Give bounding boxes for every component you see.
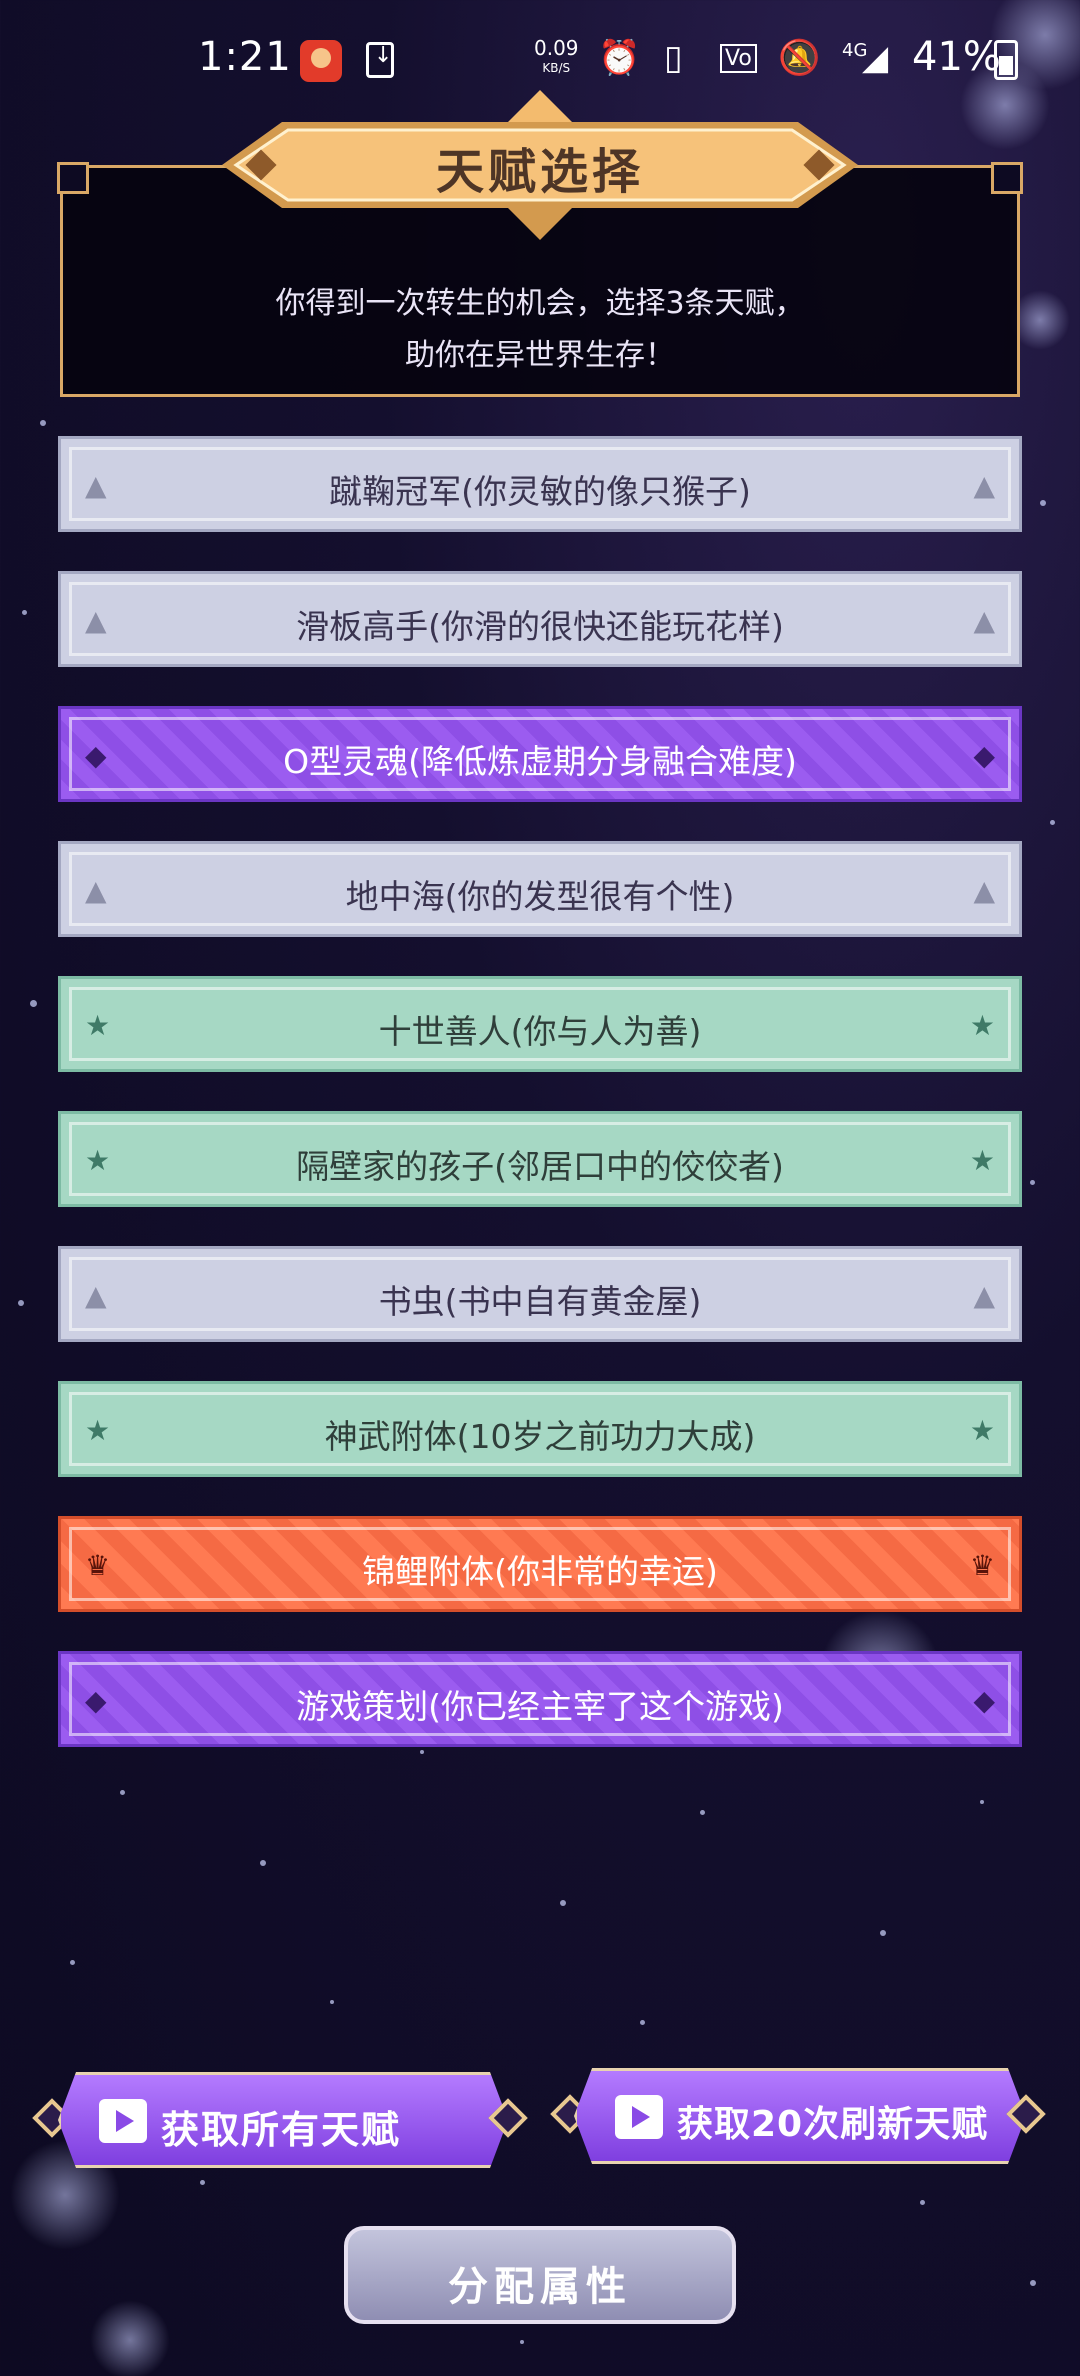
status-time: 1:21 (198, 34, 292, 80)
title-plaque: 天赋选择 (222, 90, 858, 240)
talent-label: 书虫(书中自有黄金屋) (378, 1282, 702, 1321)
battery-percent: 41% (912, 34, 1001, 80)
talent-label: 十世善人(你与人为善) (378, 1012, 702, 1051)
get-all-talents-button[interactable]: 获取所有天赋 (58, 2072, 508, 2168)
talent-option[interactable]: ▲ ▲ 书虫(书中自有黄金屋) (58, 1246, 1022, 1342)
talent-option[interactable]: ★ ★ 十世善人(你与人为善) (58, 976, 1022, 1072)
talent-label: 蹴鞠冠军(你灵敏的像只猴子) (329, 472, 751, 511)
battery-icon (994, 40, 1018, 80)
talent-option[interactable]: ▲ ▲ 滑板高手(你滑的很快还能玩花样) (58, 571, 1022, 667)
talent-label: 隔壁家的孩子(邻居口中的佼佼者) (296, 1147, 784, 1186)
talent-option[interactable]: ▲ ▲ 蹴鞠冠军(你灵敏的像只猴子) (58, 436, 1022, 532)
app-notification-icon (300, 40, 342, 82)
phone-icon: ▯ (664, 38, 683, 78)
video-play-icon (615, 2095, 663, 2139)
talent-option[interactable]: ★ ★ 神武附体(10岁之前功力大成) (58, 1381, 1022, 1477)
talent-option[interactable]: ▲ ▲ 地中海(你的发型很有个性) (58, 841, 1022, 937)
network-speed-unit: KB/S (542, 61, 571, 75)
assign-attributes-label: 分配属性 (448, 2264, 632, 2310)
network-speed-value: 0.09 (534, 36, 579, 60)
mute-icon: 🔕 (778, 38, 821, 78)
volte-icon: Vo (720, 44, 757, 73)
refresh-talents-label: 获取20次刷新天赋 (677, 2104, 989, 2145)
talent-option[interactable]: ♛ ♛ 锦鲤附体(你非常的幸运) (58, 1516, 1022, 1612)
page-title: 天赋选择 (435, 144, 644, 200)
subtitle-line1: 你得到一次转生的机会，选择3条天赋， (275, 286, 805, 321)
talent-label: O型灵魂(降低炼虚期分身融合难度) (283, 742, 797, 781)
network-speed: 0.09 KB/S (534, 38, 579, 78)
refresh-talents-button[interactable]: 获取20次刷新天赋 (574, 2068, 1026, 2164)
talent-label: 锦鲤附体(你非常的幸运) (362, 1552, 718, 1591)
talent-option[interactable]: ◆ ◆ O型灵魂(降低炼虚期分身融合难度) (58, 706, 1022, 802)
talent-option[interactable]: ★ ★ 隔壁家的孩子(邻居口中的佼佼者) (58, 1111, 1022, 1207)
talent-label: 神武附体(10岁之前功力大成) (324, 1417, 756, 1456)
talent-label: 滑板高手(你滑的很快还能玩花样) (296, 607, 784, 646)
assign-attributes-button[interactable]: 分配属性 (344, 2226, 736, 2324)
get-all-talents-label: 获取所有天赋 (161, 2108, 402, 2152)
download-icon (366, 42, 394, 78)
alarm-icon: ⏰ (598, 38, 641, 78)
signal-icon: ◢ (862, 38, 889, 78)
talent-label: 地中海(你的发型很有个性) (345, 877, 735, 916)
talent-label: 游戏策划(你已经主宰了这个游戏) (296, 1687, 784, 1726)
subtitle-line2: 助你在异世界生存！ (405, 338, 675, 373)
talent-option[interactable]: ◆ ◆ 游戏策划(你已经主宰了这个游戏) (58, 1651, 1022, 1747)
video-play-icon (99, 2099, 147, 2143)
